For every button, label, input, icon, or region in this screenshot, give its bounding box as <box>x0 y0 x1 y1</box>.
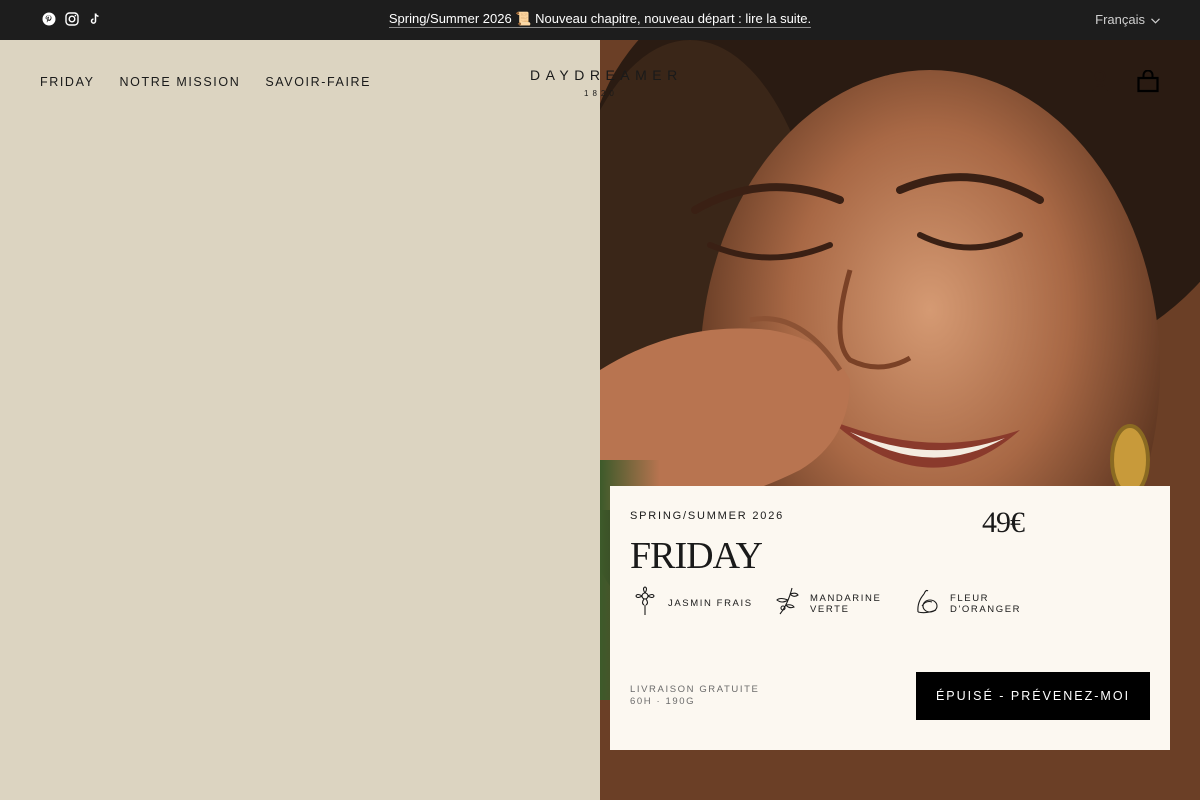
jasmine-icon <box>632 586 658 621</box>
note-label: FLEUR D'ORANGER <box>950 593 1021 615</box>
logo[interactable]: DAYDREAMER 1820 <box>530 67 710 98</box>
note-mandarine: MANDARINE VERTE <box>774 586 881 621</box>
chevron-down-icon <box>1151 12 1160 27</box>
note-fleur-oranger: FLEUR D'ORANGER <box>914 586 1021 621</box>
note-line-1: MANDARINE <box>810 592 882 604</box>
note-line-1: FLEUR <box>950 592 990 604</box>
shipping-info: LIVRAISON GRATUITE 60H · 190G <box>630 684 759 708</box>
note-label: JASMIN FRAIS <box>668 598 753 609</box>
logo-year: 1820 <box>584 89 618 98</box>
note-label: MANDARINE VERTE <box>810 593 881 615</box>
scent-notes: JASMIN FRAIS MANDARINE VERTE FLEUR D'ORA… <box>632 586 1052 618</box>
product-name: FRIDAY <box>630 535 763 577</box>
orange-blossom-icon <box>914 586 940 621</box>
language-label: Français <box>1095 12 1145 27</box>
mandarin-icon <box>774 586 800 621</box>
announcement-text[interactable]: Spring/Summer 2026 📜 Nouveau chapitre, n… <box>388 11 812 28</box>
note-jasmin: JASMIN FRAIS <box>632 586 753 621</box>
product-price: 49€ <box>982 506 1025 539</box>
cart-icon[interactable] <box>1136 69 1160 94</box>
announcement-link[interactable]: Spring/Summer 2026 📜 Nouveau chapitre, n… <box>0 11 1200 28</box>
notify-me-button[interactable]: ÉPUISÉ - PRÉVENEZ-MOI <box>916 672 1150 720</box>
shipping-line-2: 60H · 190G <box>630 696 696 707</box>
product-card: SPRING/SUMMER 2026 FRIDAY 49€ JASMIN FRA… <box>610 486 1170 750</box>
note-line-2: VERTE <box>810 603 850 615</box>
account-icon[interactable] <box>1088 68 1112 92</box>
main-nav: FRIDAY NOTRE MISSION SAVOIR-FAIRE <box>40 75 371 89</box>
note-line-1: JASMIN FRAIS <box>668 598 753 609</box>
nav-item-savoir-faire[interactable]: SAVOIR-FAIRE <box>265 75 371 89</box>
language-selector[interactable]: Français <box>1095 12 1160 27</box>
logo-name: DAYDREAMER <box>530 67 683 83</box>
nav-item-notre-mission[interactable]: NOTRE MISSION <box>120 75 241 89</box>
shipping-line-1: LIVRAISON GRATUITE <box>630 684 760 695</box>
left-pane: FRIDAY NOTRE MISSION SAVOIR-FAIRE <box>0 40 600 800</box>
announcement-bar: Spring/Summer 2026 📜 Nouveau chapitre, n… <box>0 0 1200 40</box>
note-line-2: D'ORANGER <box>950 603 1022 615</box>
nav-item-friday[interactable]: FRIDAY <box>40 75 95 89</box>
product-collection: SPRING/SUMMER 2026 <box>630 510 785 522</box>
